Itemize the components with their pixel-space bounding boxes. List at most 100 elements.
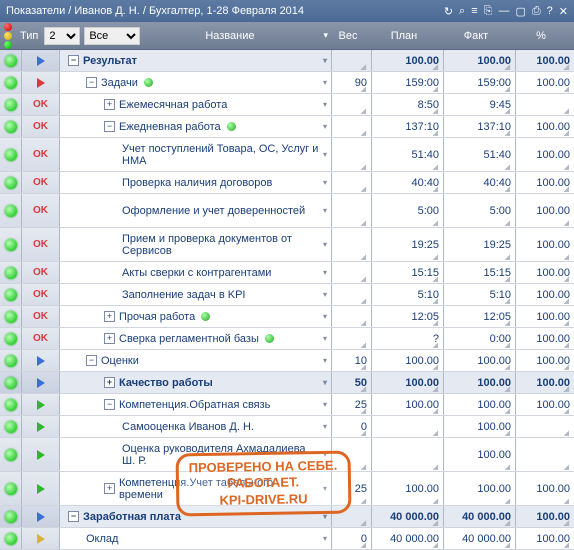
status-dot bbox=[5, 177, 17, 189]
level-select[interactable]: 2 bbox=[44, 27, 80, 45]
status-dot bbox=[5, 533, 17, 545]
status-dot bbox=[5, 355, 17, 367]
table-row[interactable]: −Результат▾◢100.00◢100.00◢100.00◢ bbox=[0, 50, 574, 72]
task-indicator-icon bbox=[227, 122, 236, 131]
status-dot bbox=[5, 267, 17, 279]
row-menu-caret-icon[interactable]: ▾ bbox=[319, 484, 327, 493]
plan-header[interactable]: План bbox=[368, 30, 440, 42]
pct-value: 100.00 bbox=[536, 205, 570, 217]
row-menu-caret-icon[interactable]: ▾ bbox=[319, 334, 327, 343]
close-icon[interactable]: ✕ bbox=[559, 5, 568, 18]
name-column-header[interactable]: Название bbox=[205, 30, 254, 42]
table-row[interactable]: −Компетенция.Обратная связь▾25◢100.00◢10… bbox=[0, 394, 574, 416]
row-menu-caret-icon[interactable]: ▾ bbox=[319, 240, 327, 249]
row-menu-caret-icon[interactable]: ▾ bbox=[319, 400, 327, 409]
table-row[interactable]: Самооценка Иванов Д. Н.▾0◢◢100.00◢◢ bbox=[0, 416, 574, 438]
ves-value: 25 bbox=[355, 483, 367, 495]
table-row[interactable]: OKПроверка наличия договоров▾◢40:40◢40:4… bbox=[0, 172, 574, 194]
table-row[interactable]: OKАкты сверки с контрагентами▾◢15:15◢15:… bbox=[0, 262, 574, 284]
table-row[interactable]: −Задачи▾90◢159:00◢159:00◢100.00◢ bbox=[0, 72, 574, 94]
expand-icon[interactable]: + bbox=[104, 99, 115, 110]
expand-icon[interactable]: + bbox=[104, 377, 115, 388]
print-icon[interactable]: ⎙ bbox=[532, 5, 541, 18]
row-name: Качество работы bbox=[119, 377, 213, 389]
maximize-icon[interactable]: ▢ bbox=[515, 5, 525, 18]
row-menu-caret-icon[interactable]: ▾ bbox=[319, 268, 327, 277]
row-menu-caret-icon[interactable]: ▾ bbox=[319, 150, 327, 159]
row-menu-caret-icon[interactable]: ▾ bbox=[319, 422, 327, 431]
row-menu-caret-icon[interactable]: ▾ bbox=[319, 206, 327, 215]
light-yellow bbox=[4, 32, 12, 40]
collapse-icon[interactable]: − bbox=[104, 121, 115, 132]
row-name: Самооценка Иванов Д. Н. bbox=[122, 421, 254, 433]
plan-value: 5:00 bbox=[418, 205, 439, 217]
row-name: Ежемесячная работа bbox=[119, 99, 227, 111]
status-dot bbox=[5, 289, 17, 301]
fact-header[interactable]: Факт bbox=[440, 30, 512, 42]
row-name: Заполнение задач в KPI bbox=[122, 289, 245, 301]
table-row[interactable]: OKОформление и учет доверенностей▾◢5:00◢… bbox=[0, 194, 574, 228]
table-row[interactable]: OK+Сверка регламентной базы▾◢?◢0:00◢100.… bbox=[0, 328, 574, 350]
light-green bbox=[4, 41, 12, 49]
fact-value: 100.00 bbox=[477, 483, 511, 495]
row-menu-caret-icon[interactable]: ▾ bbox=[319, 450, 327, 459]
row-menu-caret-icon[interactable]: ▾ bbox=[319, 356, 327, 365]
row-name: Задачи bbox=[101, 77, 138, 89]
collapse-icon[interactable]: − bbox=[68, 511, 79, 522]
help-icon[interactable]: ? bbox=[547, 5, 553, 18]
type-triangle-icon bbox=[37, 78, 45, 88]
row-name: Ежедневная работа bbox=[119, 121, 221, 133]
plan-value: 100.00 bbox=[405, 483, 439, 495]
refresh-icon[interactable]: ↻ bbox=[444, 5, 453, 18]
pct-header[interactable]: % bbox=[512, 30, 570, 42]
export-icon[interactable]: ⎘ bbox=[484, 5, 493, 18]
collapse-icon[interactable]: − bbox=[86, 77, 97, 88]
fact-value: 5:00 bbox=[490, 205, 511, 217]
type-triangle-icon bbox=[37, 56, 45, 66]
row-menu-caret-icon[interactable]: ▾ bbox=[319, 56, 327, 65]
table-row[interactable]: +Качество работы▾50◢100.00◢100.00◢100.00… bbox=[0, 372, 574, 394]
table-row[interactable]: OKПрием и проверка документов от Сервисо… bbox=[0, 228, 574, 262]
search-icon[interactable]: ⌕ bbox=[459, 5, 465, 18]
status-dot bbox=[5, 205, 17, 217]
collapse-icon[interactable]: − bbox=[104, 399, 115, 410]
expand-icon[interactable]: + bbox=[104, 333, 115, 344]
collapse-icon[interactable]: − bbox=[86, 355, 97, 366]
ves-header[interactable]: Вес bbox=[328, 30, 368, 42]
pct-value: 100.00 bbox=[536, 149, 570, 161]
table-row[interactable]: Оценка руководителя Ахмадалиева Ш. Р.▾◢◢… bbox=[0, 438, 574, 472]
row-menu-caret-icon[interactable]: ▾ bbox=[319, 312, 327, 321]
table-row[interactable]: OK+Ежемесячная работа▾◢8:50◢9:45◢◢ bbox=[0, 94, 574, 116]
table-row[interactable]: OKЗаполнение задач в KPI▾◢5:10◢5:10◢100.… bbox=[0, 284, 574, 306]
table-row[interactable]: +Компетенция.Учет табельного времени▾25◢… bbox=[0, 472, 574, 506]
row-menu-caret-icon[interactable]: ▾ bbox=[319, 122, 327, 131]
collapse-icon[interactable]: − bbox=[68, 55, 79, 66]
filter-select[interactable]: Все bbox=[84, 27, 140, 45]
ok-badge: OK bbox=[33, 267, 48, 278]
row-name: Учет поступлений Товара, ОС, Услуг и НМА bbox=[122, 143, 319, 167]
type-triangle-icon bbox=[37, 356, 45, 366]
minimize-icon[interactable]: — bbox=[498, 5, 509, 18]
row-menu-caret-icon[interactable]: ▾ bbox=[319, 78, 327, 87]
row-name: Прочая работа bbox=[119, 311, 195, 323]
table-row[interactable]: Оклад▾0◢40 000.00◢40 000.00◢100.00◢ bbox=[0, 528, 574, 550]
plan-value: 51:40 bbox=[411, 149, 439, 161]
row-menu-caret-icon[interactable]: ▾ bbox=[319, 290, 327, 299]
table-row[interactable]: −Оценки▾10◢100.00◢100.00◢100.00◢ bbox=[0, 350, 574, 372]
row-menu-caret-icon[interactable]: ▾ bbox=[319, 178, 327, 187]
table-row[interactable]: OKУчет поступлений Товара, ОС, Услуг и Н… bbox=[0, 138, 574, 172]
row-menu-caret-icon[interactable]: ▾ bbox=[319, 378, 327, 387]
plan-value: 19:25 bbox=[411, 239, 439, 251]
table-row[interactable]: −Заработная плата▾◢40 000.00◢40 000.00◢1… bbox=[0, 506, 574, 528]
list-icon[interactable]: ≡ bbox=[471, 5, 477, 18]
row-name: Акты сверки с контрагентами bbox=[122, 267, 271, 279]
row-menu-caret-icon[interactable]: ▾ bbox=[319, 100, 327, 109]
row-menu-caret-icon[interactable]: ▾ bbox=[319, 534, 327, 543]
row-name: Проверка наличия договоров bbox=[122, 177, 272, 189]
expand-icon[interactable]: + bbox=[104, 483, 115, 494]
table-row[interactable]: OK−Ежедневная работа▾◢137:10◢137:10◢100.… bbox=[0, 116, 574, 138]
expand-icon[interactable]: + bbox=[104, 311, 115, 322]
table-row[interactable]: OK+Прочая работа▾◢12:05◢12:05◢100.00◢ bbox=[0, 306, 574, 328]
row-menu-caret-icon[interactable]: ▾ bbox=[319, 512, 327, 521]
task-indicator-icon bbox=[144, 78, 153, 87]
